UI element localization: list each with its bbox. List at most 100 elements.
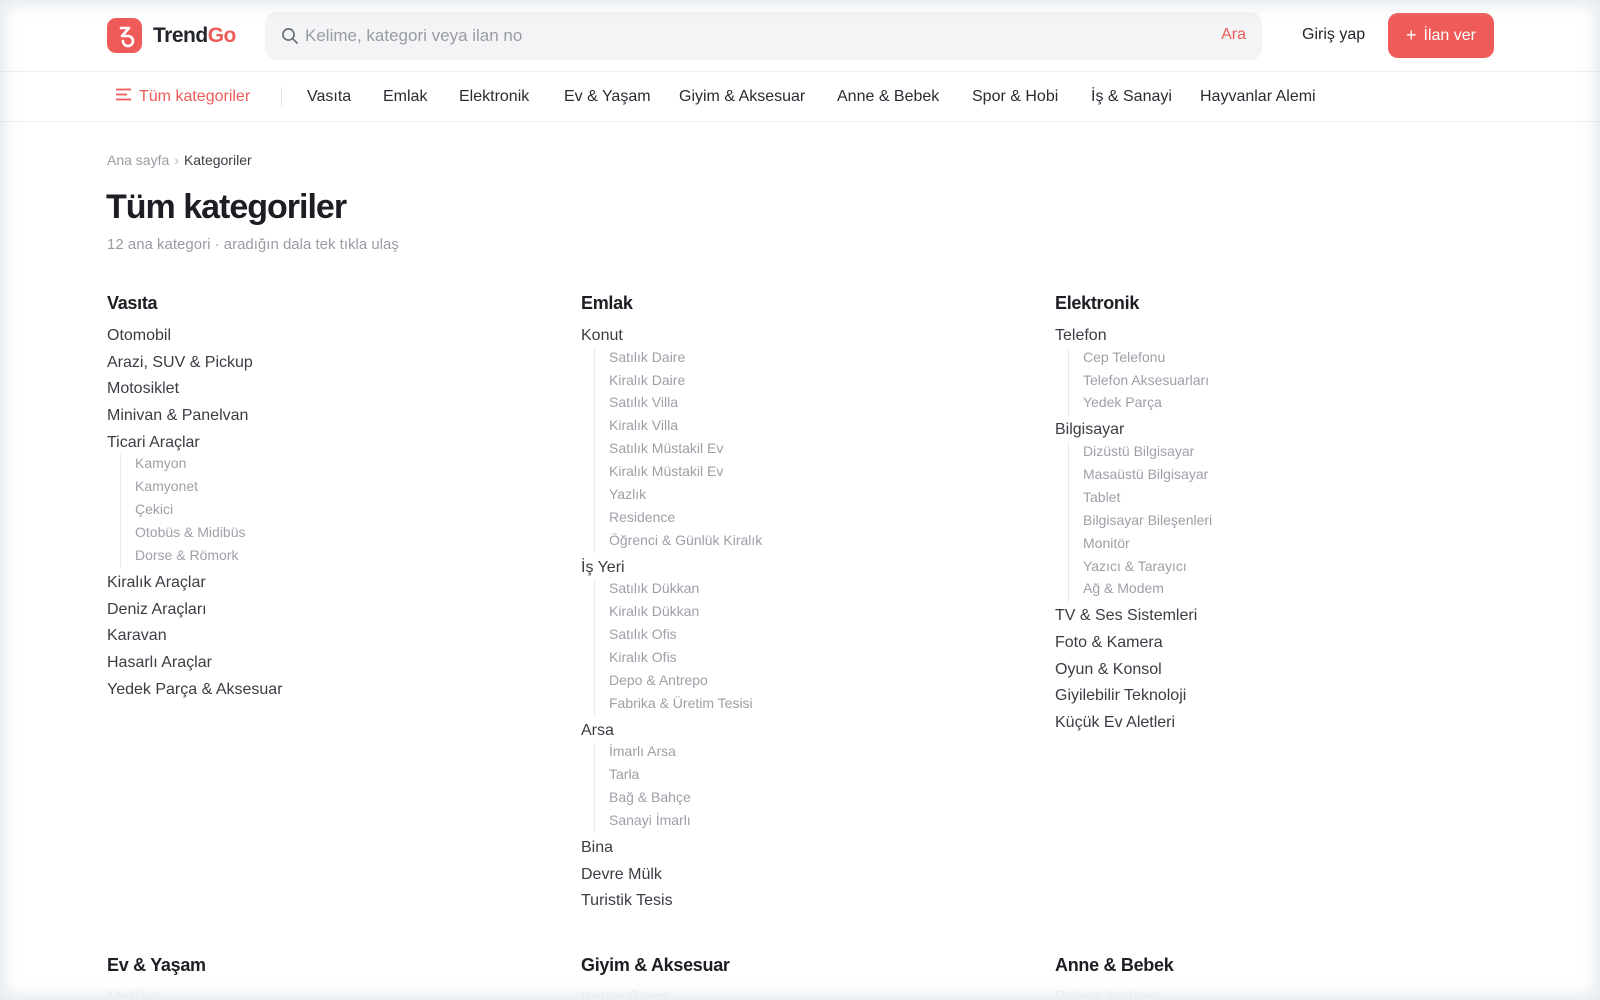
- leaf-category-link[interactable]: Bağ & Bahçe: [609, 788, 762, 811]
- subcategory-list: Konut Satılık Daire Kiralık Daire Satılık V…: [581, 326, 762, 918]
- post-ad-label: İlan ver: [1423, 26, 1476, 44]
- leaf-category-link[interactable]: İmarlı Arsa: [609, 742, 762, 765]
- nav-item-emlak[interactable]: Emlak: [383, 88, 427, 106]
- subcategory-link[interactable]: Foto & Kamera: [1055, 633, 1212, 660]
- leaf-category-link[interactable]: Tablet: [1083, 488, 1212, 511]
- subcategory-link[interactable]: Turistik Tesis: [581, 891, 762, 918]
- category-title[interactable]: Emlak: [581, 293, 762, 317]
- nav-item-ev-yasam[interactable]: Ev & Yaşam: [564, 88, 651, 106]
- leaf-category-link[interactable]: Masaüstü Bilgisayar: [1083, 465, 1212, 488]
- subcategory-link[interactable]: Kadın Giyim: [581, 988, 730, 1000]
- leaf-category-link[interactable]: Bilgisayar Bileşenleri: [1083, 511, 1212, 534]
- category-title[interactable]: Vasıta: [107, 293, 283, 317]
- subcategory-link[interactable]: Kiralık Araçlar: [107, 573, 283, 600]
- subcategory-link[interactable]: Devre Mülk: [581, 865, 762, 892]
- subcategory-link[interactable]: Motosiklet: [107, 379, 283, 406]
- menu-icon: [116, 88, 131, 106]
- page-subtitle: 12 ana kategori · aradığın dala tek tıkl…: [107, 236, 399, 253]
- subcategory-link[interactable]: Bebek Arabası: [1055, 988, 1173, 1000]
- leaf-category-link[interactable]: Otobüs & Midibüs: [135, 523, 283, 546]
- category-vasita: Vasıta Otomobil Arazi, SUV & Pickup Motosik…: [107, 293, 283, 706]
- leaf-category-link[interactable]: Kiralık Ofis: [609, 648, 762, 671]
- category-title[interactable]: Elektronik: [1055, 293, 1212, 317]
- search-bar: Ara: [265, 12, 1262, 60]
- leaf-category-link[interactable]: Kiralık Müstakil Ev: [609, 462, 762, 485]
- nav-item-anne-bebek[interactable]: Anne & Bebek: [837, 88, 939, 106]
- subcategory-link[interactable]: Karavan: [107, 626, 283, 653]
- nav-item-giyim[interactable]: Giyim & Aksesuar: [679, 88, 805, 106]
- subcategory-link[interactable]: TV & Ses Sistemleri: [1055, 606, 1212, 633]
- category-elektronik: Elektronik Telefon Cep Telefonu Telefon Aks…: [1055, 293, 1212, 740]
- logo-icon: [107, 18, 142, 53]
- leaf-category-link[interactable]: Sanayi İmarlı: [609, 811, 762, 834]
- leaf-category-link[interactable]: Ağ & Modem: [1083, 579, 1212, 602]
- leaf-category-link[interactable]: Tarla: [609, 765, 762, 788]
- nav-item-elektronik[interactable]: Elektronik: [459, 88, 529, 106]
- leaf-category-link[interactable]: Çekici: [135, 500, 283, 523]
- leaf-category-link[interactable]: Kiralık Villa: [609, 416, 762, 439]
- breadcrumb-current: Kategoriler: [183, 152, 252, 168]
- leaf-category-link[interactable]: Yazıcı & Tarayıcı: [1083, 557, 1212, 580]
- subcategory-link[interactable]: Bina: [581, 838, 762, 865]
- leaf-category-link[interactable]: Depo & Antrepo: [609, 671, 762, 694]
- nav-item-hayvanlar[interactable]: Hayvanlar Alemi: [1200, 88, 1316, 106]
- subcategory-link[interactable]: Minivan & Panelvan: [107, 406, 283, 433]
- leaf-category-link[interactable]: Residence: [609, 508, 762, 531]
- leaf-category-link[interactable]: Telefon Aksesuarları: [1083, 371, 1212, 394]
- subcategory-link[interactable]: Küçük Ev Aletleri: [1055, 713, 1212, 740]
- nav-all-label: Tüm kategoriler: [139, 88, 251, 105]
- nav-item-vasita[interactable]: Vasıta: [307, 88, 351, 106]
- leaf-category-link[interactable]: Yazlık: [609, 485, 762, 508]
- leaf-category-link[interactable]: Fabrika & Üretim Tesisi: [609, 694, 762, 717]
- logo[interactable]: TrendGo: [107, 18, 236, 53]
- subcategory-link[interactable]: Giyilebilir Teknoloji: [1055, 686, 1212, 713]
- subcategory-link[interactable]: Arazi, SUV & Pickup: [107, 353, 283, 380]
- leaf-category-link[interactable]: Cep Telefonu: [1083, 348, 1212, 371]
- top-header: TrendGo Ara Giriş yap + İlan ver: [0, 0, 1600, 72]
- subcategory-link[interactable]: Otomobil: [107, 326, 283, 353]
- category-title[interactable]: Anne & Bebek: [1055, 955, 1174, 979]
- leaf-list: Satılık Dükkan Kiralık Dükkan Satılık Ofis…: [594, 579, 762, 717]
- category-title[interactable]: Ev & Yaşam: [107, 955, 206, 979]
- subcategory-link[interactable]: Hasarlı Araçlar: [107, 653, 283, 680]
- leaf-list: Satılık Daire Kiralık Daire Satılık Villa K…: [594, 347, 762, 554]
- search-button[interactable]: Ara: [1221, 26, 1246, 44]
- leaf-category-link[interactable]: Kiralık Dükkan: [609, 602, 762, 625]
- leaf-category-link[interactable]: Dorse & Römork: [135, 546, 283, 569]
- post-ad-button[interactable]: + İlan ver: [1388, 13, 1494, 58]
- subcategory-list: Kadın Giyim: [581, 988, 730, 1000]
- leaf-category-link[interactable]: Monitör: [1083, 534, 1212, 557]
- nav-all-categories[interactable]: Tüm kategoriler: [116, 88, 250, 106]
- login-link[interactable]: Giriş yap: [1302, 26, 1365, 44]
- breadcrumb: Ana sayfa › Kategoriler: [107, 152, 252, 168]
- plus-icon: +: [1406, 25, 1417, 45]
- leaf-category-link[interactable]: Satılık Daire: [609, 348, 762, 371]
- subcategory-list: Otomobil Arazi, SUV & Pickup Motosiklet Min…: [107, 326, 283, 706]
- subcategory-link[interactable]: Deniz Araçları: [107, 600, 283, 627]
- leaf-category-link[interactable]: Satılık Dükkan: [609, 579, 762, 602]
- leaf-category-link[interactable]: Kiralık Daire: [609, 371, 762, 394]
- subcategory-link[interactable]: Oyun & Konsol: [1055, 660, 1212, 687]
- leaf-category-link[interactable]: Satılık Villa: [609, 393, 762, 416]
- leaf-category-link[interactable]: Satılık Müstakil Ev: [609, 439, 762, 462]
- leaf-list: Cep Telefonu Telefon Aksesuarları Yedek Pa…: [1068, 347, 1212, 417]
- category-title[interactable]: Giyim & Aksesuar: [581, 955, 730, 979]
- leaf-list: İmarlı Arsa Tarla Bağ & Bahçe Sanayi İmarlı: [594, 742, 762, 834]
- leaf-category-link[interactable]: Kamyonet: [135, 477, 283, 500]
- breadcrumb-separator: ›: [174, 152, 179, 168]
- nav-item-spor-hobi[interactable]: Spor & Hobi: [972, 88, 1058, 106]
- search-input[interactable]: [305, 22, 1165, 50]
- leaf-category-link[interactable]: Dizüstü Bilgisayar: [1083, 442, 1212, 465]
- subcategory-link[interactable]: Yedek Parça & Aksesuar: [107, 680, 283, 707]
- leaf-category-link[interactable]: Yedek Parça: [1083, 393, 1212, 416]
- leaf-category-link[interactable]: Öğrenci & Günlük Kiralık: [609, 531, 762, 554]
- nav-item-is-sanayi[interactable]: İş & Sanayi: [1091, 88, 1172, 106]
- subcategory-list: Mobilya: [107, 988, 206, 1000]
- leaf-category-link[interactable]: Kamyon: [135, 454, 283, 477]
- subcategory-link[interactable]: Mobilya: [107, 988, 206, 1000]
- category-nav: Tüm kategoriler Vasıta Emlak Elektronik …: [0, 72, 1600, 122]
- leaf-category-link[interactable]: Satılık Ofis: [609, 625, 762, 648]
- nav-divider: [281, 87, 282, 107]
- search-icon: [281, 27, 299, 50]
- breadcrumb-home[interactable]: Ana sayfa: [107, 152, 169, 168]
